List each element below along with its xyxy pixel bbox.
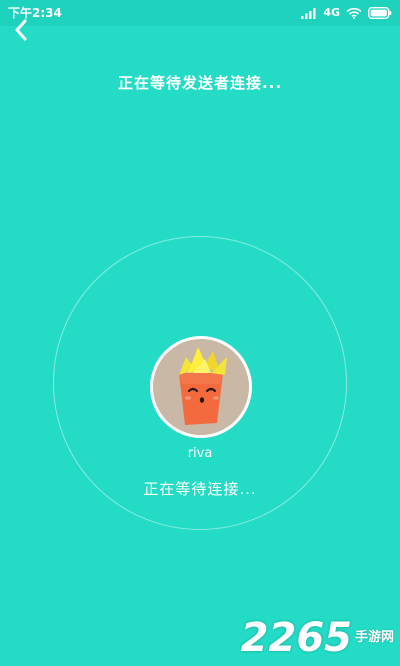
back-button[interactable]: [12, 18, 40, 42]
device-avatar[interactable]: [150, 336, 252, 438]
status-icons: 4G: [301, 5, 392, 21]
watermark-number: 2265: [240, 615, 352, 661]
watermark-logo: 2265 手游网: [241, 616, 394, 660]
network-type: 4G: [323, 6, 340, 19]
status-bar: 下午2:34 4G: [0, 0, 400, 26]
watermark-text: 手游网: [354, 630, 394, 645]
connection-status: 正在等待连接...: [143, 480, 257, 498]
page-title: 正在等待发送者连接...: [117, 74, 283, 92]
device-name: riva: [187, 446, 213, 461]
signal-bars-icon: [301, 7, 317, 19]
chevron-left-icon: [12, 19, 32, 46]
wifi-icon: [346, 7, 362, 19]
carrot-avatar-icon: [153, 339, 249, 435]
battery-icon: [368, 7, 392, 19]
